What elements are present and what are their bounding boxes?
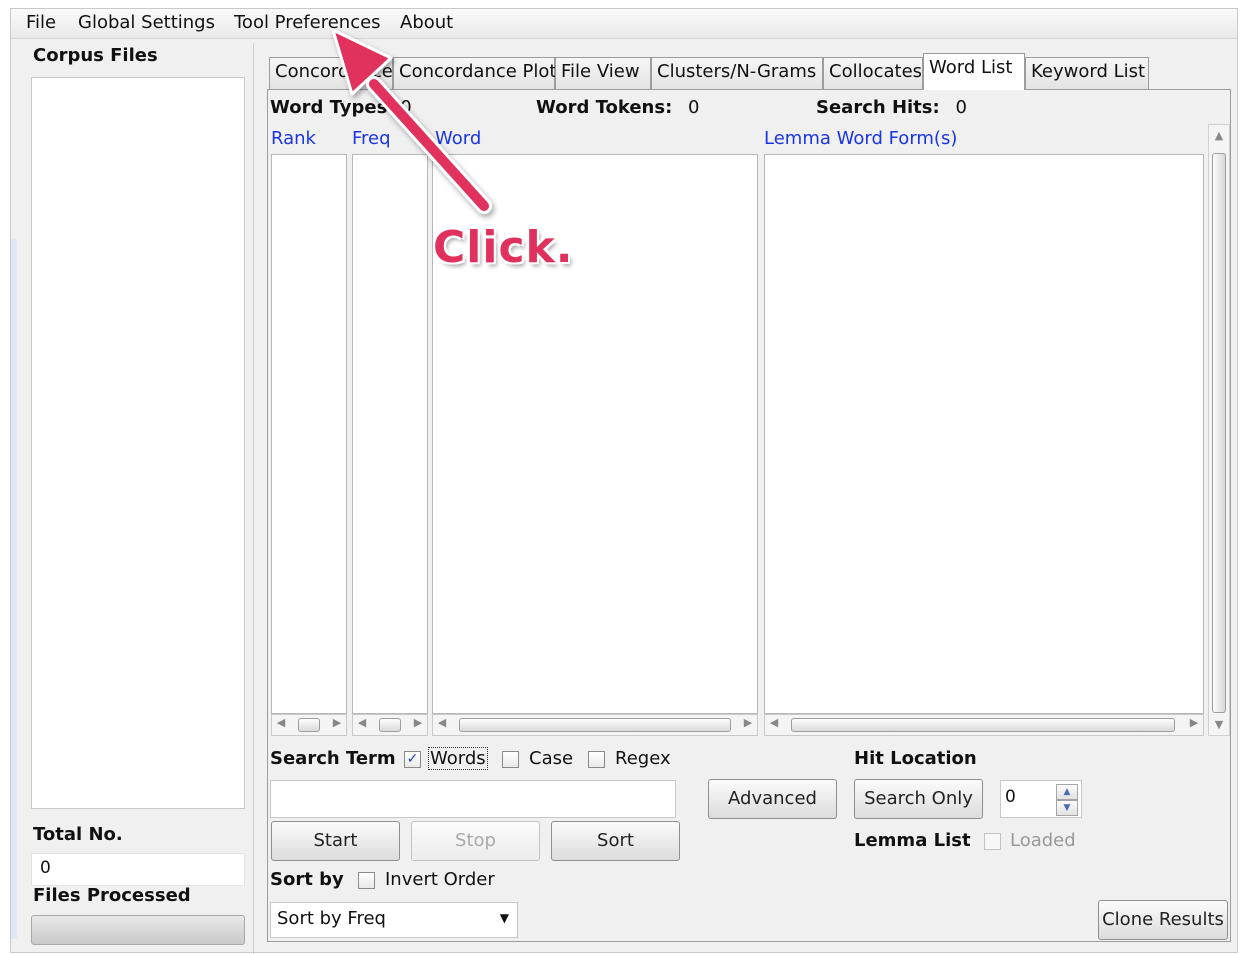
regex-checkbox-label[interactable]: Regex [615, 748, 671, 769]
sort-by-label: Sort by [270, 869, 344, 890]
scroll-thumb[interactable] [791, 718, 1175, 732]
corpus-files-list[interactable] [31, 77, 245, 809]
search-hits-value: 0 [955, 97, 967, 118]
tab-clusters-ngrams[interactable]: Clusters/N-Grams [651, 57, 823, 89]
scroll-thumb[interactable] [459, 718, 731, 732]
word-tokens-label: Word Tokens: [536, 97, 673, 118]
column-header-freq[interactable]: Freq [352, 128, 391, 149]
scroll-thumb[interactable] [1212, 153, 1226, 713]
tab-keyword-list[interactable]: Keyword List [1025, 57, 1149, 89]
sort-by-selected-value: Sort by Freq [277, 908, 386, 929]
tab-concordance-plot[interactable]: Concordance Plot [393, 57, 556, 89]
menu-global-settings[interactable]: Global Settings [78, 12, 215, 33]
loaded-checkbox-label[interactable]: Loaded [1010, 830, 1076, 851]
corpus-files-label: Corpus Files [33, 45, 158, 66]
stop-button[interactable]: Stop [411, 821, 540, 861]
search-term-label: Search Term [270, 748, 396, 769]
files-processed-progress-bar [31, 915, 245, 945]
word-tokens-stat: Word Tokens: 0 [536, 97, 699, 118]
search-hits-stat: Search Hits: 0 [816, 97, 967, 118]
tab-collocates[interactable]: Collocates [823, 57, 923, 89]
search-only-button[interactable]: Search Only [854, 779, 983, 819]
words-checkbox-label[interactable]: Words [428, 747, 488, 770]
app-window: File Global Settings Tool Preferences Ab… [10, 8, 1238, 954]
hit-location-label: Hit Location [854, 748, 977, 769]
tab-concordance[interactable]: Concordance [269, 57, 393, 89]
words-checkbox[interactable]: ✓ [404, 751, 421, 768]
sort-button[interactable]: Sort [551, 821, 680, 861]
rank-hscrollbar[interactable]: ◀ ▶ [271, 714, 347, 736]
invert-order-checkbox[interactable] [358, 872, 375, 889]
search-hits-label: Search Hits: [816, 97, 940, 118]
scroll-up-icon[interactable]: ▲ [1209, 129, 1229, 142]
click-annotation: Click. [433, 222, 574, 273]
case-checkbox[interactable] [502, 751, 519, 768]
total-no-label: Total No. [33, 824, 123, 845]
spinner-up-icon[interactable]: ▲ [1056, 784, 1078, 800]
window-edge [11, 239, 17, 939]
freq-hscrollbar[interactable]: ◀ ▶ [352, 714, 428, 736]
scroll-right-icon[interactable]: ▶ [330, 716, 344, 729]
word-types-value: 0 [400, 97, 412, 118]
scroll-left-icon[interactable]: ◀ [274, 716, 288, 729]
advanced-button[interactable]: Advanced [708, 779, 837, 819]
lemma-hscrollbar[interactable]: ◀ ▶ [764, 714, 1204, 736]
spinner-down-icon[interactable]: ▼ [1056, 800, 1078, 816]
lemma-list-label: Lemma List [854, 830, 971, 851]
corpus-panel: Corpus Files Total No. 0 Files Processed [31, 43, 245, 948]
scroll-left-icon[interactable]: ◀ [767, 716, 781, 729]
menu-about[interactable]: About [400, 12, 453, 33]
scroll-thumb[interactable] [298, 718, 320, 732]
panel-divider[interactable] [253, 43, 254, 954]
lemma-list[interactable] [764, 154, 1204, 714]
freq-list[interactable] [352, 154, 428, 714]
column-header-rank[interactable]: Rank [271, 128, 316, 149]
clone-results-button[interactable]: Clone Results [1098, 900, 1228, 940]
scroll-thumb[interactable] [379, 718, 401, 732]
menu-bar: File Global Settings Tool Preferences Ab… [11, 9, 1237, 39]
scroll-left-icon[interactable]: ◀ [355, 716, 369, 729]
scroll-left-icon[interactable]: ◀ [435, 716, 449, 729]
regex-checkbox[interactable] [588, 751, 605, 768]
case-checkbox-label[interactable]: Case [529, 748, 573, 769]
word-types-label: Word Types: [270, 97, 395, 118]
start-button[interactable]: Start [271, 821, 400, 861]
word-types-stat: Word Types: 0 [270, 97, 412, 118]
scroll-right-icon[interactable]: ▶ [411, 716, 425, 729]
files-processed-label: Files Processed [33, 885, 191, 906]
lemma-vscrollbar[interactable]: ▲ ▼ [1208, 124, 1230, 736]
scroll-right-icon[interactable]: ▶ [741, 716, 755, 729]
scroll-down-icon[interactable]: ▼ [1209, 718, 1229, 731]
rank-list[interactable] [271, 154, 347, 714]
scroll-right-icon[interactable]: ▶ [1187, 716, 1201, 729]
menu-tool-preferences[interactable]: Tool Preferences [234, 12, 381, 33]
words-label-text: Words [428, 747, 488, 770]
word-list-pane: Word Types: 0 Word Tokens: 0 Search Hits… [267, 89, 1231, 942]
column-header-lemma[interactable]: Lemma Word Form(s) [764, 128, 957, 149]
dropdown-caret-icon: ▼ [499, 911, 509, 925]
total-no-value: 0 [31, 853, 245, 886]
search-term-input[interactable] [270, 780, 676, 818]
word-tokens-value: 0 [688, 97, 700, 118]
menu-file[interactable]: File [26, 12, 56, 33]
tab-file-view[interactable]: File View [555, 57, 651, 89]
sort-by-select[interactable]: Sort by Freq ▼ [270, 902, 518, 938]
tab-word-list[interactable]: Word List [923, 53, 1025, 90]
word-hscrollbar[interactable]: ◀ ▶ [432, 714, 758, 736]
loaded-checkbox[interactable] [984, 833, 1001, 850]
column-header-word[interactable]: Word [435, 128, 481, 149]
invert-order-label[interactable]: Invert Order [385, 869, 495, 890]
